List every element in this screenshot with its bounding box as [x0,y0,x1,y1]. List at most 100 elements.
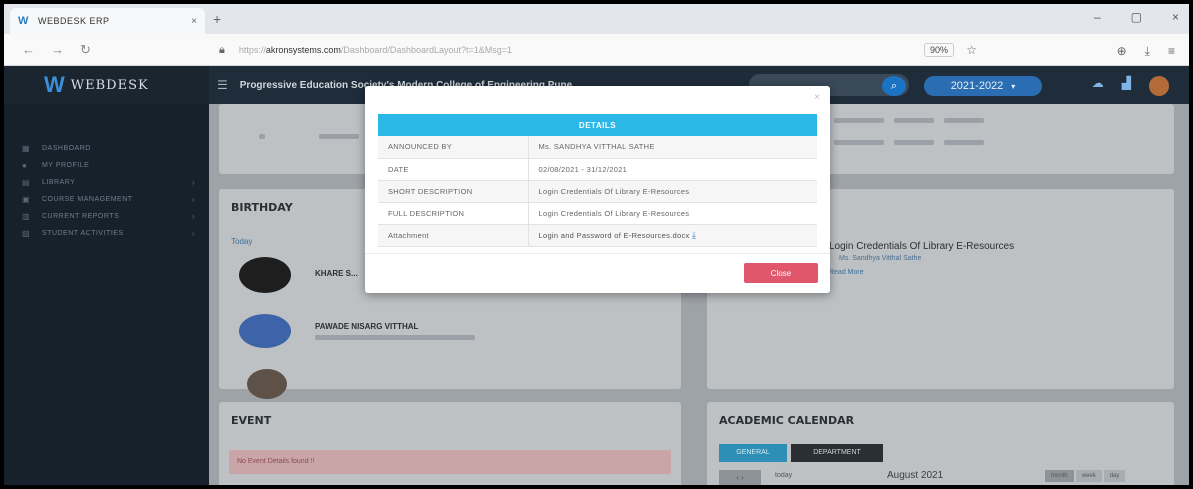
calendar-prev-next[interactable]: ‹ › [719,470,761,485]
browser-address-bar: ← → ↻ 🔒︎ https:// akronsystems.com /Dash… [4,34,1189,66]
detail-key: FULL DESCRIPTION [378,202,529,225]
sidebar-item-course-management[interactable]: ▣ COURSE MANAGEMENT › [4,191,209,208]
birthday-title: BIRTHDAY [231,201,293,214]
detail-key: Attachment [378,224,529,247]
academic-calendar-title: ACADEMIC CALENDAR [719,414,855,427]
modal-divider [365,253,830,254]
pocket-icon[interactable]: ⊕ [1117,44,1127,59]
academic-year-value: 2021-2022 [950,80,1004,92]
chart-icon[interactable]: ▟ [1122,76,1131,96]
search-icon[interactable]: ⌕ [882,76,906,96]
browser-tabbar: W WEBDESK ERP × + – ▢ × [4,4,1189,34]
reload-icon[interactable]: ↻ [80,42,91,58]
report-icon: ▥ [22,212,31,221]
close-button[interactable]: Close [744,263,818,283]
nav-buttons: ← → ↻ [4,42,204,58]
table-row: DATE 02/08/2021 - 31/12/2021 [378,158,817,181]
new-tab-button[interactable]: + [213,11,221,27]
webdesk-favicon-icon: W [18,15,29,27]
details-header: DETAILS [378,114,817,136]
birthday-person-name: PAWADE NISARG VITTHAL [315,322,419,331]
attachment-link[interactable]: Login and Password of E-Resources.docx [539,231,690,240]
view-month-button[interactable]: month [1045,470,1074,482]
avatar [247,369,287,399]
table-row: ANNOUNCED BY Ms. SANDHYA VITTHAL SATHE [378,136,817,159]
webdesk-logo-icon: W [44,72,65,97]
detail-value: Login Credentials Of Library E-Resources [528,180,817,203]
browser-tools: ⊕ ⤓ ≡ [1117,44,1175,59]
tab-title: WEBDESK ERP [38,16,110,26]
sidebar-item-label: DASHBOARD [42,145,91,152]
url-prefix: https:// [238,45,266,55]
detail-value: Login Credentials Of Library E-Resources [528,202,817,225]
sidebar-item-current-reports[interactable]: ▥ CURRENT REPORTS › [4,208,209,225]
calendar-today-button[interactable]: today [775,472,792,479]
details-modal: × DETAILS ANNOUNCED BY Ms. SANDHYA VITTH… [365,86,830,293]
chevron-right-icon: › [191,212,195,221]
zoom-level[interactable]: 90% [923,43,954,57]
url-field[interactable]: 🔒︎ https:// akronsystems.com /Dashboard/… [219,40,999,60]
sidebar-item-my-profile[interactable]: ● MY PROFILE [4,157,209,174]
calendar-view-switch: month week day [1045,470,1126,482]
maximize-button[interactable]: ▢ [1131,10,1142,24]
chevron-right-icon: › [191,229,195,238]
tab-general[interactable]: GENERAL [719,444,787,462]
detail-key: DATE [378,158,529,181]
download-icon[interactable]: ⤓ [692,230,696,240]
sidebar-item-student-activities[interactable]: ▧ STUDENT ACTIVITIES › [4,225,209,242]
forward-icon[interactable]: → [51,42,64,58]
table-row: Attachment Login and Password of E-Resou… [378,224,817,247]
minimize-button[interactable]: – [1094,10,1101,24]
brand[interactable]: W WEBDESK [4,66,209,104]
event-empty-alert: No Event Details found !! [229,450,671,474]
academic-calendar-card: ACADEMIC CALENDAR GENERAL DEPARTMENT ‹ ›… [707,402,1174,485]
browser-tab[interactable]: W WEBDESK ERP × [10,8,205,34]
birthday-today-tab[interactable]: Today [231,237,252,246]
book-icon: ▤ [22,178,31,187]
bookmark-star-icon[interactable]: ☆ [966,43,977,57]
window-controls: – ▢ × [1094,10,1179,24]
sidebar-item-library[interactable]: ▤ LIBRARY › [4,174,209,191]
detail-value: 02/08/2021 - 31/12/2021 [528,158,817,181]
notice-title[interactable]: Login Credentials Of Library E-Resources [829,241,1014,252]
avatar [239,257,291,293]
view-day-button[interactable]: day [1103,470,1126,482]
avatar [239,314,291,348]
detail-key: ANNOUNCED BY [378,136,529,159]
shield-lock-icon: 🔒︎ [219,43,225,56]
read-more-link[interactable]: Read More [829,269,864,276]
view-week-button[interactable]: week [1075,470,1102,482]
modal-close-icon[interactable]: × [814,92,820,103]
activity-icon: ▧ [22,229,31,238]
avatar[interactable] [1149,76,1169,96]
detail-key: SHORT DESCRIPTION [378,180,529,203]
sidebar-item-label: CURRENT REPORTS [42,213,120,220]
chevron-down-icon: ▾ [1011,81,1016,91]
tab-department[interactable]: DEPARTMENT [791,444,883,462]
sidebar-item-label: COURSE MANAGEMENT [42,196,133,203]
chevron-right-icon: › [191,178,195,187]
sidebar-item-dashboard[interactable]: ▦ DASHBOARD [4,140,209,157]
academic-year-select[interactable]: 2021-2022 ▾ [924,76,1042,96]
birthday-person-name: KHARE S... [315,269,358,278]
back-icon[interactable]: ← [22,42,35,58]
brand-name: WEBDESK [70,77,149,93]
cloud-icon[interactable]: ☁ [1092,76,1104,96]
close-window-button[interactable]: × [1172,10,1179,24]
download-icon[interactable]: ⤓ [1145,44,1150,59]
user-icon: ● [22,161,28,170]
course-icon: ▣ [22,195,31,204]
sidebar: ▦ DASHBOARD ● MY PROFILE ▤ LIBRARY › ▣ C… [4,104,209,485]
sidebar-item-label: STUDENT ACTIVITIES [42,230,124,237]
notice-by: Ms. Sandhya Vitthal Sathe [839,255,922,262]
chevron-right-icon: › [191,195,195,204]
menu-icon[interactable]: ≡ [1168,44,1175,59]
hamburger-icon[interactable]: ☰ [217,78,228,92]
calendar-month: August 2021 [887,470,944,481]
screen: W WEBDESK ERP × + – ▢ × ← → ↻ 🔒︎ https:/… [4,4,1189,485]
tab-close-icon[interactable]: × [191,16,197,27]
event-card: EVENT No Event Details found !! [219,402,681,485]
dashboard-icon: ▦ [22,144,31,153]
sidebar-item-label: MY PROFILE [42,162,90,169]
table-row: FULL DESCRIPTION Login Credentials Of Li… [378,202,817,225]
